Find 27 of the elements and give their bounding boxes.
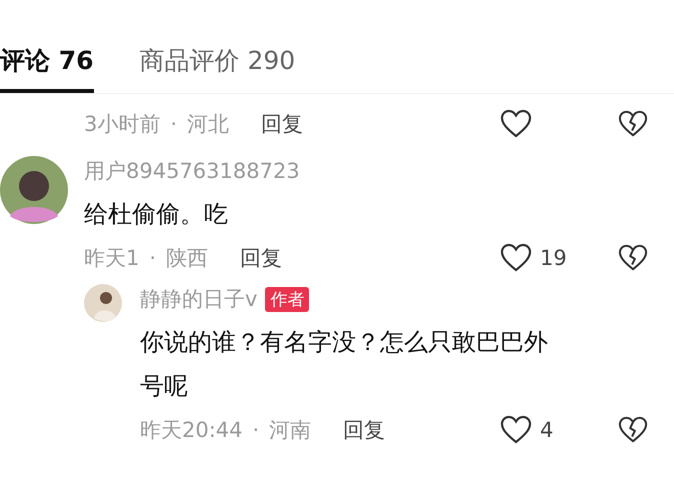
comment-location: 陕西 (166, 245, 208, 272)
like-count: 4 (539, 418, 554, 442)
heart-icon[interactable] (500, 415, 532, 445)
reply-link[interactable]: 回复 (240, 244, 282, 272)
heart-icon[interactable] (500, 243, 532, 273)
reply-link[interactable]: 回复 (261, 110, 304, 138)
broken-heart-icon[interactable] (618, 416, 648, 444)
separator-dot: · (252, 418, 260, 442)
comment-time: 昨天1 (84, 245, 140, 272)
broken-heart-icon[interactable] (618, 110, 648, 138)
separator-dot: · (170, 112, 178, 136)
comment-text: 你说的谁？有名字没？怎么只敢巴巴外号呢 (140, 327, 549, 402)
comment-time: 3小时前 (84, 111, 160, 138)
reply-link[interactable]: 回复 (343, 416, 386, 444)
comment-time: 昨天20:44 (140, 417, 243, 444)
comment-location: 河南 (269, 417, 312, 444)
heart-icon[interactable] (500, 109, 532, 139)
tab[interactable]: 商品评价 290 (140, 44, 296, 93)
avatar[interactable] (84, 284, 122, 322)
tab[interactable]: 评论 76 (0, 44, 94, 93)
comment-location: 河北 (187, 111, 230, 138)
comment-text: 给杜偷偷。吃 (84, 199, 229, 230)
broken-heart-icon[interactable] (618, 244, 648, 272)
like-count: 19 (539, 246, 568, 270)
avatar[interactable] (0, 156, 68, 224)
separator-dot: · (149, 246, 156, 270)
author-badge: 作者 (265, 286, 310, 312)
